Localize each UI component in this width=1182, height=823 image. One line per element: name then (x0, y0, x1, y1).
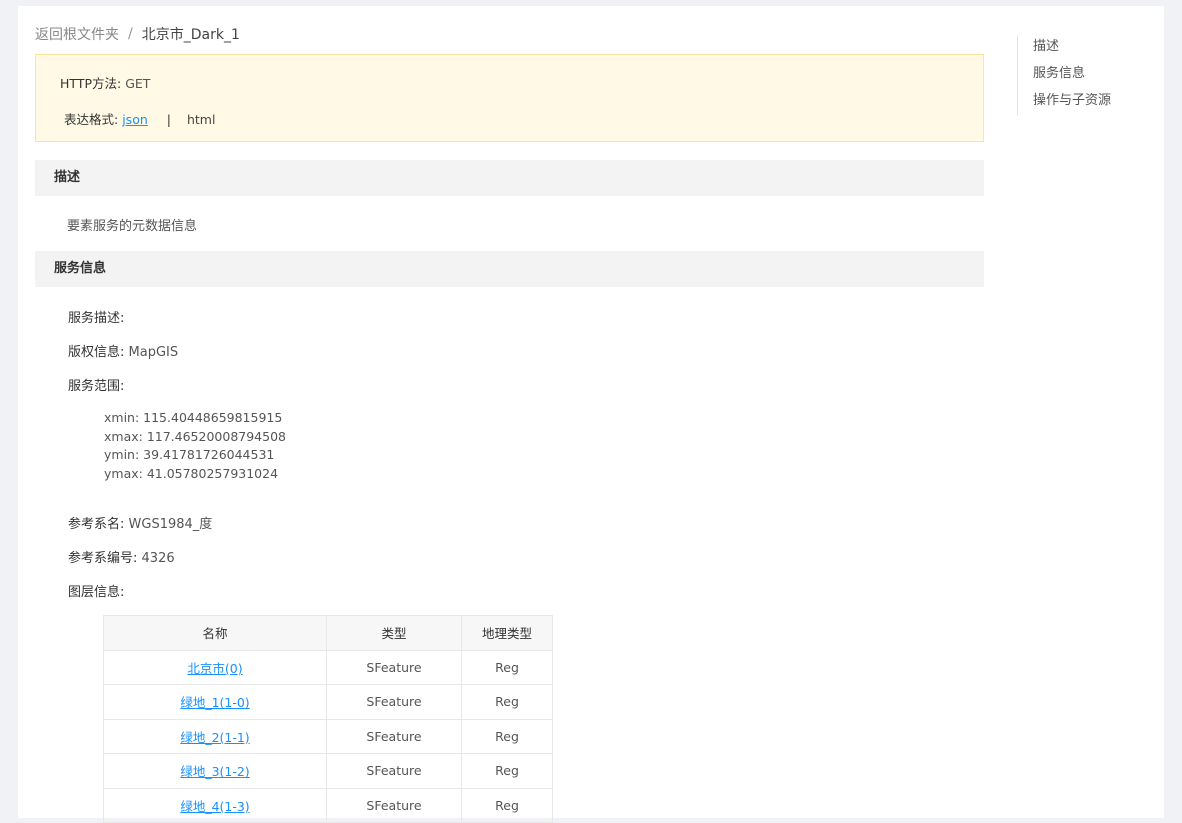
http-method-label: HTTP方法: (60, 76, 122, 91)
format-json-link[interactable]: json (122, 112, 148, 127)
layer-link[interactable]: 绿地_4(1-3) (180, 799, 249, 814)
layer-geom-cell: Reg (461, 753, 553, 789)
column-header-geom-type: 地理类型 (461, 615, 553, 651)
layers-table: 名称 类型 地理类型 北京市(0) SFeature Reg 绿地_1(1-0)… (103, 615, 553, 823)
layer-link[interactable]: 绿地_1(1-0) (180, 695, 249, 710)
breadcrumb-back-link[interactable]: 返回根文件夹 (35, 24, 119, 44)
description-text: 要素服务的元数据信息 (67, 219, 198, 234)
layer-info-label: 图层信息: (68, 585, 125, 600)
extent-ymax: ymax: 41.05780257931024 (104, 466, 279, 482)
table-row: 绿地_3(1-2) SFeature Reg (103, 753, 553, 789)
breadcrumb-separator: / (128, 26, 133, 42)
column-header-name: 名称 (103, 615, 327, 651)
extent-xmax: xmax: 117.46520008794508 (104, 428, 286, 444)
http-method-value: GET (125, 76, 151, 91)
service-range-label: 服务范围: (68, 379, 125, 394)
layer-info-field: 图层信息: (68, 581, 124, 600)
layer-type-cell: SFeature (326, 787, 462, 823)
extent-xmin: xmin: 115.40448659815915 (104, 410, 283, 425)
toc-item-description[interactable]: 描述 (1033, 33, 1111, 60)
extent-block: xmin: 115.40448659815915 xmax: 117.46520… (104, 409, 286, 484)
format-html: html (186, 112, 216, 127)
service-info-section-header: 服务信息 (35, 251, 984, 287)
toc-item-service-info[interactable]: 服务信息 (1033, 60, 1111, 87)
srs-code-field: 参考系编号: 4326 (68, 547, 175, 566)
layer-geom-cell: Reg (461, 718, 553, 754)
column-header-type: 类型 (326, 615, 462, 651)
layer-geom-cell: Reg (461, 649, 553, 685)
table-header-row: 名称 类型 地理类型 (103, 615, 553, 651)
layer-geom-cell: Reg (461, 684, 553, 720)
layer-name-cell: 绿地_1(1-0) (103, 684, 327, 720)
srs-name-value: WGS1984_度 (128, 517, 213, 532)
srs-name-label: 参考系名: (68, 517, 125, 532)
copyright-label: 版权信息: (68, 345, 125, 360)
extent-ymin: ymin: 39.41781726044531 (104, 447, 275, 463)
srs-code-value: 4326 (141, 551, 175, 566)
http-method-row: HTTP方法: GET (60, 73, 150, 92)
layer-type-cell: SFeature (326, 684, 462, 720)
description-section-header: 描述 (35, 160, 984, 196)
format-row: 表达格式: json | html (64, 109, 215, 128)
layer-link[interactable]: 绿地_3(1-2) (180, 764, 249, 779)
layer-type-cell: SFeature (326, 649, 462, 685)
table-of-contents: 描述 服务信息 操作与子资源 (1017, 35, 1111, 116)
table-row: 绿地_4(1-3) SFeature Reg (103, 787, 553, 823)
srs-name-field: 参考系名: WGS1984_度 (68, 513, 212, 532)
layer-name-cell: 北京市(0) (103, 649, 327, 685)
format-label: 表达格式: (64, 112, 119, 127)
http-info-box: HTTP方法: GET 表达格式: json | html (35, 54, 984, 142)
layer-type-cell: SFeature (326, 718, 462, 754)
srs-code-label: 参考系编号: (68, 551, 138, 566)
service-desc-label: 服务描述: (68, 311, 125, 326)
toc-item-operations[interactable]: 操作与子资源 (1033, 87, 1111, 114)
service-page: 返回根文件夹 / 北京市_Dark_1 HTTP方法: GET 表达格式: js… (18, 6, 1164, 823)
breadcrumb: 返回根文件夹 / 北京市_Dark_1 (35, 24, 240, 44)
layer-link[interactable]: 绿地_2(1-1) (180, 730, 249, 745)
breadcrumb-current: 北京市_Dark_1 (141, 27, 240, 43)
layer-name-cell: 绿地_2(1-1) (103, 718, 327, 754)
table-row: 北京市(0) SFeature Reg (103, 649, 553, 685)
service-range-field: 服务范围: (68, 375, 124, 394)
layer-geom-cell: Reg (461, 787, 553, 823)
table-row: 绿地_1(1-0) SFeature Reg (103, 684, 553, 720)
layer-name-cell: 绿地_4(1-3) (103, 787, 327, 823)
service-desc-field: 服务描述: (68, 307, 124, 326)
table-row: 绿地_2(1-1) SFeature Reg (103, 718, 553, 754)
copyright-value: MapGIS (128, 345, 179, 360)
copyright-field: 版权信息: MapGIS (68, 341, 178, 360)
layer-type-cell: SFeature (326, 753, 462, 789)
layer-link[interactable]: 北京市(0) (187, 661, 242, 676)
format-separator: | (166, 112, 171, 127)
layer-name-cell: 绿地_3(1-2) (103, 753, 327, 789)
